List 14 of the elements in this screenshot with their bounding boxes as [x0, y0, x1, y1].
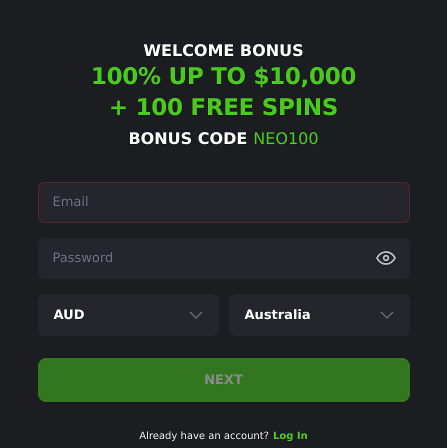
promo-headline: + 100 FREE SPINS [108, 94, 338, 123]
bonus-code: NEO100 [253, 128, 319, 150]
login-link[interactable]: Log In [273, 431, 308, 442]
bonus-code-label: BONUS CODE [128, 128, 248, 150]
email-field[interactable]: Email [38, 182, 410, 223]
chevron-down-icon [188, 311, 202, 319]
password-field[interactable]: Password [38, 238, 410, 279]
chevron-down-icon [380, 311, 394, 319]
login-prompt: Already have an account? [139, 431, 269, 442]
eye-icon[interactable] [376, 251, 396, 265]
promo-title: WELCOME BONUS [143, 40, 304, 62]
dropdown[interactable]: Australia [228, 294, 410, 336]
dropdown[interactable]: AUD [38, 294, 218, 336]
promo-headline: 100% UP TO $10,000 [90, 63, 356, 92]
